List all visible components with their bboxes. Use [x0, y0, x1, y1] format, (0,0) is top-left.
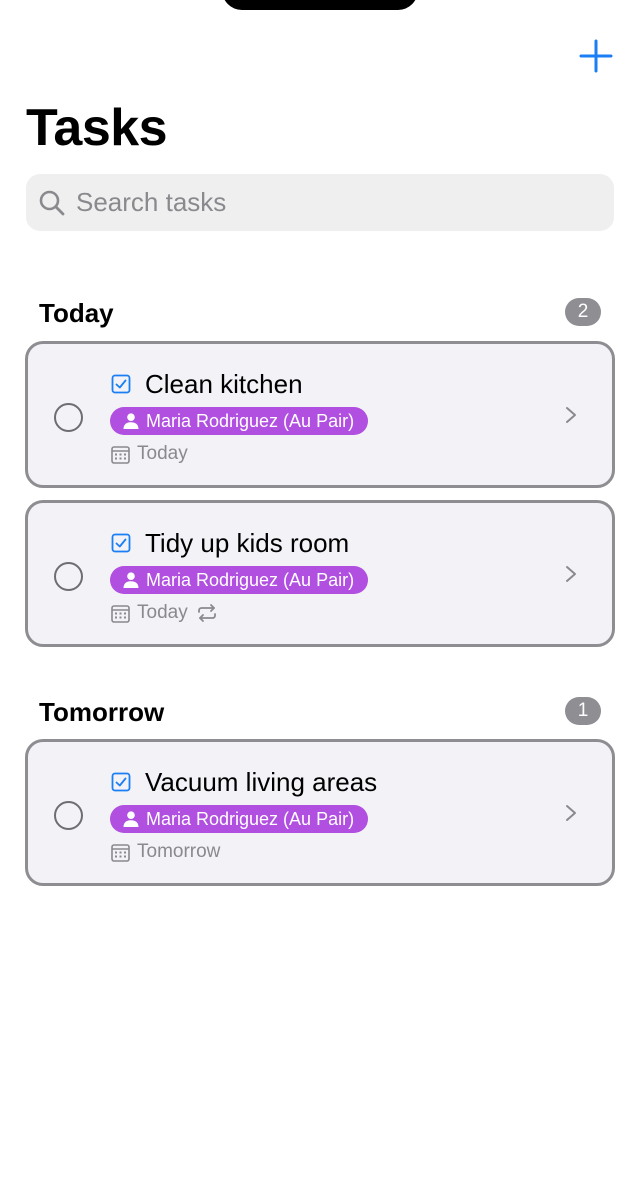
- dynamic-island: [222, 0, 418, 10]
- task-title: Tidy up kids room: [145, 528, 350, 558]
- checkbox-icon: [111, 772, 131, 792]
- checkbox-icon: [111, 374, 131, 394]
- section-header-tomorrow: Tomorrow 1: [39, 697, 601, 727]
- chevron-right-icon: [564, 803, 578, 823]
- due-text: Tomorrow: [137, 841, 221, 862]
- search-input[interactable]: [76, 187, 576, 218]
- complete-task-toggle[interactable]: [54, 801, 83, 830]
- due-date: Today: [111, 442, 188, 466]
- complete-task-toggle[interactable]: [54, 562, 83, 591]
- task-row-clean-kitchen[interactable]: Clean kitchen Maria Rodriguez (Au Pair) …: [25, 341, 615, 488]
- task-title: Vacuum living areas: [145, 767, 378, 797]
- search-icon: [39, 190, 65, 215]
- due-date: Today: [111, 601, 219, 625]
- tasks-screen: Tasks Today 2 Clean kitchen Maria Rodrig…: [0, 0, 640, 1179]
- count-badge: 2: [565, 298, 601, 326]
- person-icon: [123, 811, 139, 827]
- chevron-right-icon: [564, 405, 578, 425]
- assignee-name: Maria Rodriguez (Au Pair): [146, 809, 355, 829]
- assignee-badge: Maria Rodriguez (Au Pair): [110, 407, 369, 435]
- section-title: Today: [39, 298, 114, 328]
- add-task-button[interactable]: [576, 36, 616, 76]
- section-title: Tomorrow: [39, 697, 165, 727]
- task-row-tidy-up-kids-room[interactable]: Tidy up kids room Maria Rodriguez (Au Pa…: [25, 500, 615, 647]
- search-bar[interactable]: [26, 174, 614, 231]
- page-title: Tasks: [26, 99, 168, 157]
- complete-task-toggle[interactable]: [54, 403, 83, 432]
- assignee-badge: Maria Rodriguez (Au Pair): [110, 805, 369, 833]
- due-date: Tomorrow: [111, 840, 220, 864]
- due-text: Today: [137, 443, 188, 464]
- count-badge: 1: [565, 697, 601, 725]
- section-header-today: Today 2: [39, 298, 601, 328]
- plus-icon: [579, 39, 613, 73]
- checkbox-icon: [111, 533, 131, 553]
- person-icon: [123, 413, 139, 429]
- due-text: Today: [137, 602, 188, 623]
- repeat-icon: [195, 603, 219, 623]
- chevron-right-icon: [564, 564, 578, 584]
- calendar-icon: [111, 604, 130, 623]
- calendar-icon: [111, 843, 130, 862]
- task-title: Clean kitchen: [145, 369, 303, 399]
- person-icon: [123, 572, 139, 588]
- calendar-icon: [111, 445, 130, 464]
- task-row-vacuum-living-areas[interactable]: Vacuum living areas Maria Rodriguez (Au …: [25, 739, 615, 886]
- assignee-name: Maria Rodriguez (Au Pair): [146, 411, 355, 431]
- assignee-badge: Maria Rodriguez (Au Pair): [110, 566, 369, 594]
- assignee-name: Maria Rodriguez (Au Pair): [146, 570, 355, 590]
